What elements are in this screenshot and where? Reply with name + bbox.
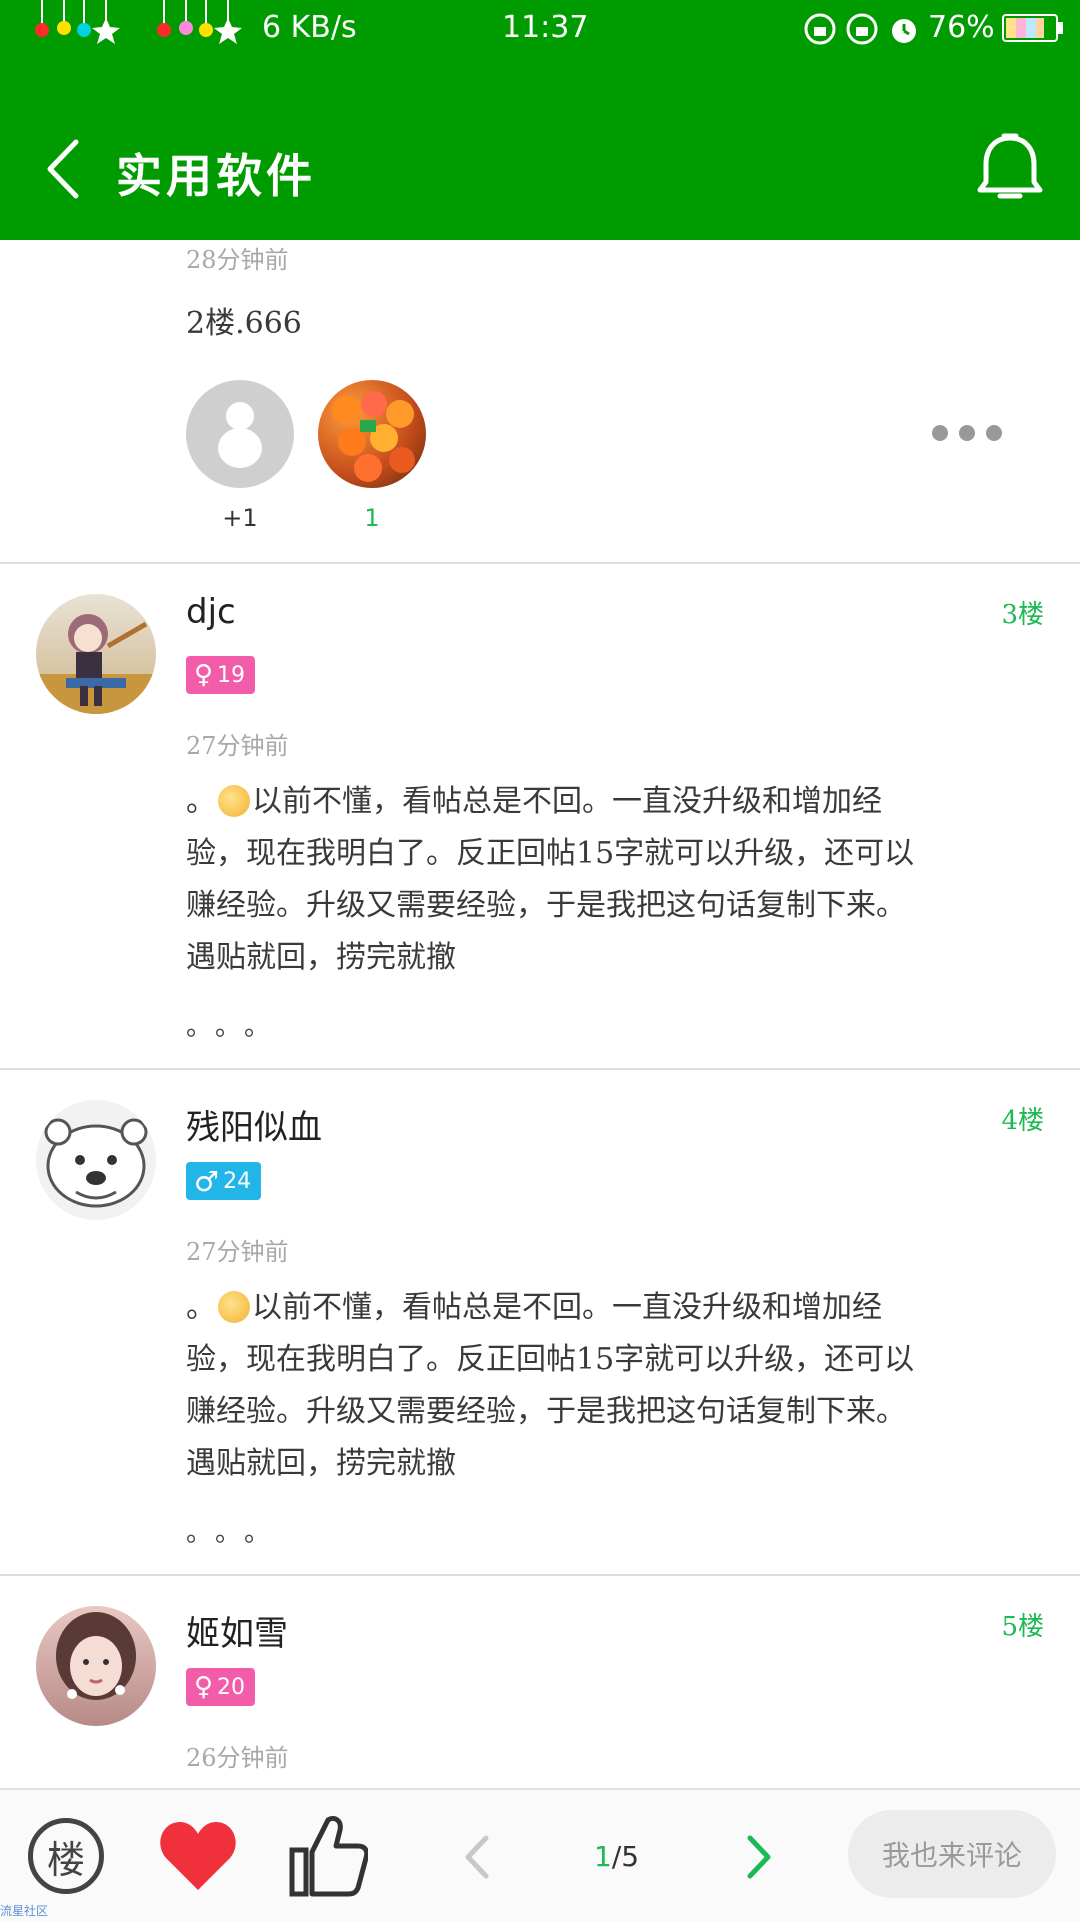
level-value: 24 xyxy=(223,1168,252,1194)
total-pages: /5 xyxy=(611,1840,640,1873)
comment-text: 。以前不懂，看帖总是不回。一直没升级和增加经 验，现在我明白了。反正回帖15字就… xyxy=(186,1290,915,1481)
page-title: 实用软件 xyxy=(116,149,316,203)
heart-icon[interactable] xyxy=(158,1820,238,1892)
avatar[interactable] xyxy=(36,594,156,714)
status-bar: 6 KB/s 11:37 76% xyxy=(0,0,1080,56)
username[interactable]: 残阳似血 xyxy=(186,1100,322,1149)
floor-number: 3楼 xyxy=(1001,600,1044,630)
gender-level-badge: ♀ 20 xyxy=(186,1668,256,1706)
decorative-stars-icon xyxy=(35,0,120,44)
avatar[interactable] xyxy=(36,1100,156,1220)
next-page-icon[interactable] xyxy=(744,1834,774,1880)
username[interactable]: 姬如雪 xyxy=(186,1606,288,1655)
clock: 11:37 xyxy=(502,10,589,45)
divider xyxy=(0,1068,1080,1070)
fruit-avatar-image xyxy=(332,391,415,482)
male-icon: ♂ xyxy=(194,1164,220,1198)
back-arrow-icon[interactable] xyxy=(40,136,90,202)
female-icon: ♀ xyxy=(194,1672,214,1702)
comment-time: 27分钟前 xyxy=(186,1238,289,1266)
watermark: 流星社区 xyxy=(0,1904,49,1918)
comment-time: 27分钟前 xyxy=(186,732,289,760)
comment-text: 。以前不懂，看帖总是不回。一直没升级和增加经 验，现在我明白了。反正回帖15字就… xyxy=(186,784,915,975)
thumbs-up-icon[interactable] xyxy=(288,1812,368,1898)
username[interactable]: djc xyxy=(186,592,236,632)
cartoon-bear-avatar-image xyxy=(44,1118,148,1208)
comment-tail: 。。。 xyxy=(186,1012,287,1042)
gender-level-badge: ♂ 24 xyxy=(186,1162,262,1200)
avatar[interactable] xyxy=(36,1606,156,1726)
avatar[interactable] xyxy=(186,380,294,488)
anime-girl-avatar-image xyxy=(36,614,156,714)
post-time: 28分钟前 xyxy=(186,246,289,274)
floor-number: 5楼 xyxy=(1001,1612,1044,1642)
like-count-label: +1 xyxy=(222,504,258,532)
more-options-icon[interactable] xyxy=(930,423,1004,443)
like-count-label: 1 xyxy=(364,504,380,532)
girl-photo-avatar-image xyxy=(56,1612,136,1700)
write-comment-button[interactable]: 我也来评论 xyxy=(848,1810,1056,1898)
comment-tail: 。。。 xyxy=(186,1518,287,1548)
level-value: 20 xyxy=(217,1674,246,1700)
decorative-stars-icon xyxy=(157,0,242,44)
app-header: 实用软件 xyxy=(0,56,1080,240)
floor-jump-button[interactable]: 楼 xyxy=(28,1818,104,1894)
comment-time: 26分钟前 xyxy=(186,1744,289,1772)
prev-page-icon[interactable] xyxy=(462,1834,492,1880)
bell-icon[interactable] xyxy=(970,130,1050,210)
page-indicator[interactable]: 1/5 xyxy=(594,1840,639,1873)
floor-icon-label: 楼 xyxy=(46,1837,85,1882)
floor-number: 4楼 xyxy=(1001,1106,1044,1136)
level-value: 19 xyxy=(217,662,246,688)
comment-list: 28分钟前 2楼.666 +1 1 djc ♀ 19 3楼 27分钟前 。 以前… xyxy=(0,240,1080,1788)
bottom-toolbar: 楼 1/5 我也来评论 xyxy=(0,1788,1080,1922)
network-speed: 6 KB/s xyxy=(262,10,357,45)
default-avatar-icon xyxy=(218,402,262,468)
gender-level-badge: ♀ 19 xyxy=(186,656,256,694)
battery-icon xyxy=(1002,14,1063,42)
post-text: 2楼.666 xyxy=(186,306,302,341)
divider xyxy=(0,1574,1080,1576)
current-page: 1 xyxy=(594,1840,612,1873)
avatar[interactable] xyxy=(318,380,426,488)
smile-emoji-icon xyxy=(218,785,250,817)
smile-emoji-icon xyxy=(218,1291,250,1323)
battery-percent: 76% xyxy=(928,10,995,45)
status-icons xyxy=(804,13,916,45)
divider xyxy=(0,562,1080,564)
female-icon: ♀ xyxy=(194,660,214,690)
